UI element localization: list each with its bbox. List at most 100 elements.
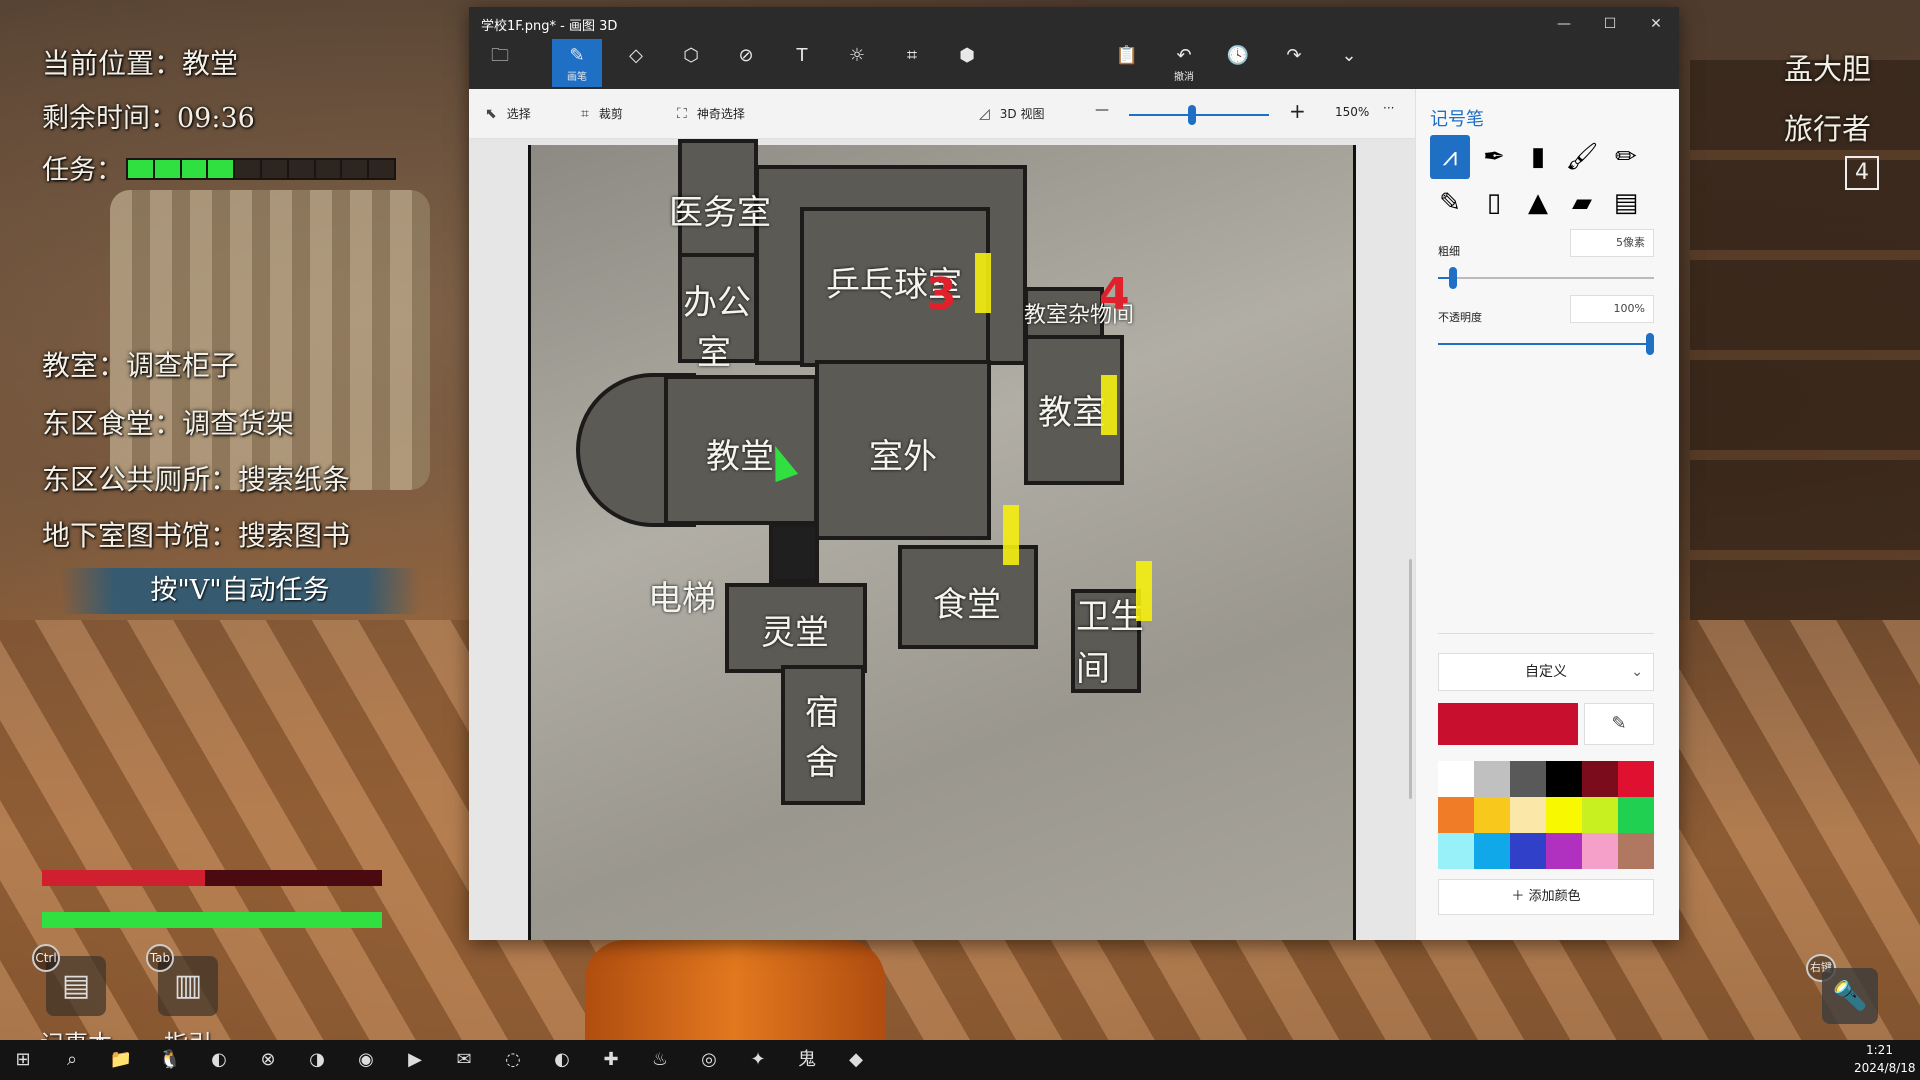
tool-text[interactable]: T: [777, 39, 827, 87]
tool-stickers[interactable]: ⊘: [721, 39, 771, 87]
palette-swatch[interactable]: [1582, 833, 1618, 869]
taskbar-app-icon[interactable]: ◉: [351, 1046, 381, 1074]
pixel-pen-icon[interactable]: ✏: [1606, 135, 1646, 179]
oil-brush-icon[interactable]: ▮: [1518, 135, 1558, 179]
crayon-icon[interactable]: ▲: [1518, 181, 1558, 225]
tool-menu[interactable]: 🗀: [475, 39, 525, 87]
task-progress-bar: [126, 158, 396, 180]
palette-swatch[interactable]: [1438, 761, 1474, 797]
spray-can-icon[interactable]: ▰: [1562, 181, 1602, 225]
tool-brushes[interactable]: ✎ 画笔: [552, 39, 602, 87]
eyedropper-icon[interactable]: ✎: [1584, 703, 1654, 745]
player-level: 4: [1845, 156, 1879, 190]
taskbar-app-icon[interactable]: ⌕: [57, 1046, 87, 1074]
3d-view-toggle[interactable]: ◿ 3D 视图: [979, 105, 1044, 122]
tool-history[interactable]: 🕓: [1213, 39, 1263, 87]
zoom-slider[interactable]: [1129, 105, 1269, 125]
fill-icon[interactable]: ▤: [1606, 181, 1646, 225]
taskbar-app-icon[interactable]: ◎: [694, 1046, 724, 1074]
remaining-time: 剩余时间：09:36: [42, 103, 255, 134]
label-elevator: 电梯: [648, 579, 716, 619]
palette-swatch[interactable]: [1546, 761, 1582, 797]
divider: [1438, 633, 1654, 634]
palette-swatch[interactable]: [1510, 761, 1546, 797]
palette-swatch[interactable]: [1438, 797, 1474, 833]
palette-swatch[interactable]: [1546, 797, 1582, 833]
tool-label: 画笔: [567, 72, 587, 83]
eraser-icon[interactable]: ▯: [1474, 181, 1514, 225]
task-segment: [235, 160, 260, 178]
thickness-input[interactable]: 5像素: [1570, 229, 1654, 257]
tool-redo[interactable]: ↷: [1269, 39, 1319, 87]
windows-taskbar: ⊞ ⌕ 📁 🐧 ◐ ⊗ ◑ ◉ ▶ ✉ ◌ ◐ ✚ ♨ ◎ ✦ 鬼 ◆ 1:21 2024/8/18: [0, 1040, 1920, 1080]
objective-2: 东区食堂：调查货架: [42, 407, 295, 440]
quest-marker-pingpong: [975, 253, 991, 313]
taskbar-app-icon[interactable]: ▶: [400, 1046, 430, 1074]
palette-swatch[interactable]: [1474, 797, 1510, 833]
tool-expand[interactable]: ⌄: [1324, 39, 1374, 87]
taskbar-app-icon[interactable]: ♨: [645, 1046, 675, 1074]
taskbar-app-icon[interactable]: ◌: [498, 1046, 528, 1074]
current-color-swatch[interactable]: [1438, 703, 1578, 745]
taskbar-app-icon[interactable]: ⊞: [8, 1046, 38, 1074]
school-floor-map[interactable]: 医务室 乒乓球室 办公 室 教室杂物间 教室 教堂 室外 电梯 灵堂 食堂 卫生…: [528, 139, 1356, 940]
taskbar-app-icon[interactable]: 🐧: [155, 1046, 185, 1074]
flashlight-icon[interactable]: 🔦: [1822, 968, 1878, 1024]
vertical-scrollbar[interactable]: [1409, 559, 1412, 799]
room-stairwell: [769, 523, 819, 583]
tool-effects[interactable]: ☼: [832, 39, 882, 87]
palette-swatch[interactable]: [1474, 761, 1510, 797]
taskbar-app-icon[interactable]: ◆: [841, 1046, 871, 1074]
zoom-thumb[interactable]: [1188, 105, 1196, 125]
palette-swatch[interactable]: [1618, 797, 1654, 833]
palette-swatch[interactable]: [1510, 797, 1546, 833]
taskbar-app-icon[interactable]: ◐: [204, 1046, 234, 1074]
taskbar-app-icon[interactable]: ✦: [743, 1046, 773, 1074]
add-color-button[interactable]: ＋ 添加颜色: [1438, 879, 1654, 915]
panel-title: 记号笔: [1430, 109, 1484, 130]
taskbar-app-icon[interactable]: ✚: [596, 1046, 626, 1074]
palette-swatch[interactable]: [1474, 833, 1510, 869]
calligraphy-pen-icon[interactable]: ✒: [1474, 135, 1514, 179]
taskbar-app-icon[interactable]: 鬼: [792, 1046, 822, 1074]
minimize-button[interactable]: —: [1541, 12, 1587, 36]
maximize-button[interactable]: ☐: [1587, 12, 1633, 36]
palette-swatch[interactable]: [1582, 761, 1618, 797]
color-preset-dropdown[interactable]: 自定义 ⌄: [1438, 653, 1654, 691]
pencil-icon[interactable]: ✎: [1430, 181, 1470, 225]
taskbar-app-icon[interactable]: ✉: [449, 1046, 479, 1074]
thickness-slider[interactable]: [1438, 267, 1654, 289]
select-tool[interactable]: ⬉ 选择: [485, 105, 531, 122]
palette-swatch[interactable]: [1510, 833, 1546, 869]
taskbar-app-icon[interactable]: ◑: [302, 1046, 332, 1074]
watercolor-icon[interactable]: 🖌: [1562, 135, 1602, 179]
crop-tool[interactable]: ⌗ 裁剪: [581, 105, 623, 122]
palette-swatch[interactable]: [1438, 833, 1474, 869]
taskbar-app-icon[interactable]: 📁: [106, 1046, 136, 1074]
tool-3d-shapes[interactable]: ⬡: [666, 39, 716, 87]
palette-swatch[interactable]: [1618, 761, 1654, 797]
opacity-slider[interactable]: [1438, 333, 1654, 355]
tool-3d-library[interactable]: ⬢: [942, 39, 992, 87]
canvas-area[interactable]: 医务室 乒乓球室 办公 室 教室杂物间 教室 教堂 室外 电梯 灵堂 食堂 卫生…: [469, 139, 1415, 940]
taskbar-app-icon[interactable]: ⊗: [253, 1046, 283, 1074]
magic-select-tool[interactable]: ⛶ 神奇选择: [677, 105, 745, 122]
taskbar-app-icon[interactable]: ◐: [547, 1046, 577, 1074]
palette-swatch[interactable]: [1618, 833, 1654, 869]
palette-swatch[interactable]: [1546, 833, 1582, 869]
tool-paste[interactable]: 📋: [1102, 39, 1152, 87]
palette-swatch[interactable]: [1582, 797, 1618, 833]
close-button[interactable]: ✕: [1633, 12, 1679, 36]
zoom-in-button[interactable]: +: [1289, 99, 1306, 123]
tool-2d-shapes[interactable]: ◇: [611, 39, 661, 87]
label-chapel: 教堂: [706, 437, 774, 477]
tool-canvas[interactable]: ⌗: [887, 39, 937, 87]
zoom-out-button[interactable]: —: [1095, 102, 1109, 118]
marker-icon[interactable]: ⩘: [1430, 135, 1470, 179]
stamina-fill: [42, 912, 382, 928]
objective-4: 地下室图书馆：搜索图书: [42, 519, 351, 552]
opacity-input[interactable]: 100%: [1570, 295, 1654, 323]
add-color-label: 添加颜色: [1528, 889, 1581, 904]
tool-undo[interactable]: ↶ 撤消: [1159, 39, 1209, 87]
more-options-button[interactable]: ···: [1383, 101, 1394, 115]
